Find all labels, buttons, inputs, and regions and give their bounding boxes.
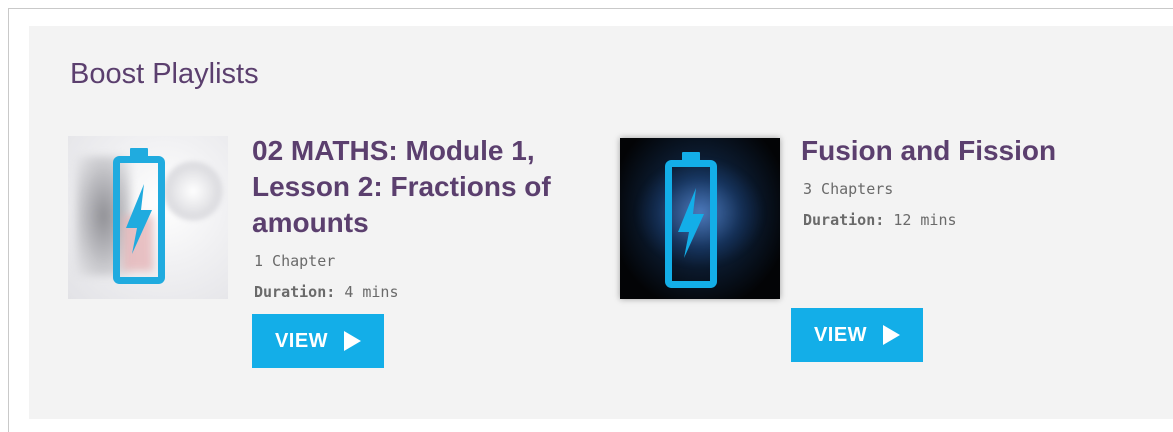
view-button-label: VIEW (274, 329, 329, 352)
chapter-count: 3 Chapters (803, 180, 894, 198)
playlist-title-line[interactable]: Fusion and Fission (801, 133, 1056, 169)
battery-bolt-icon (665, 152, 717, 288)
duration-label: Duration: (803, 211, 885, 229)
chapter-count: 1 Chapter (254, 252, 336, 270)
playlist-title[interactable]: 02 MATHS: Module 1, Lesson 2: Fractions … (252, 133, 551, 241)
section-title: Boost Playlists (70, 58, 259, 90)
view-button[interactable]: VIEW (791, 308, 923, 362)
battery-bolt-icon (113, 148, 165, 284)
play-icon (883, 325, 901, 345)
view-button-label: VIEW (813, 323, 868, 346)
duration-value: 4 mins (344, 283, 399, 301)
playlist-title-line[interactable]: 02 MATHS: Module 1, (252, 133, 551, 169)
play-icon (344, 331, 362, 351)
duration: Duration: 12 mins (803, 211, 957, 229)
duration-label: Duration: (254, 283, 336, 301)
playlist-thumbnail[interactable] (620, 138, 780, 299)
playlist-thumbnail[interactable] (68, 136, 228, 299)
duration: Duration: 4 mins (254, 283, 399, 301)
playlist-title-line[interactable]: amounts (252, 205, 551, 241)
view-button[interactable]: VIEW (252, 314, 384, 368)
duration-value: 12 mins (893, 211, 957, 229)
playlist-title[interactable]: Fusion and Fission (801, 133, 1056, 169)
playlist-title-line[interactable]: Lesson 2: Fractions of (252, 169, 551, 205)
